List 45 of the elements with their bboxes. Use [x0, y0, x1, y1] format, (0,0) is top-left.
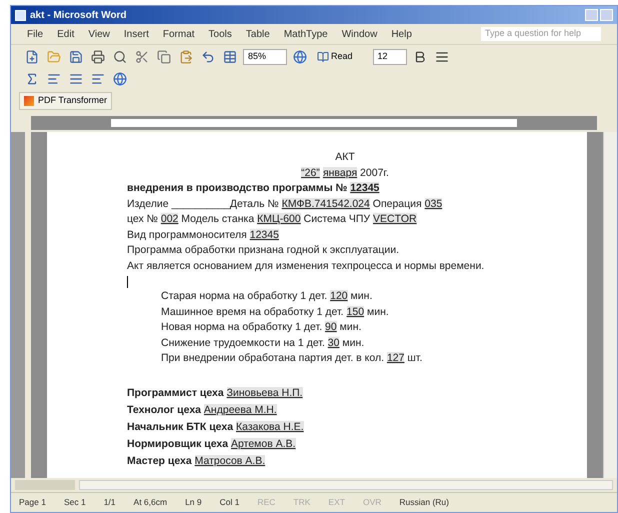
document-line: “26” января 2007г. — [300, 166, 390, 180]
pdf-transformer-button[interactable]: PDF Transformer — [19, 92, 112, 110]
menu-item[interactable]: MathType — [284, 26, 328, 42]
status-item: Russian (Ru) — [399, 496, 449, 509]
menu-item[interactable]: Insert — [124, 26, 149, 42]
document-line: Новая норма на обработку 1 дет. 90 мин. — [160, 320, 362, 335]
menu-item[interactable]: Edit — [57, 26, 74, 42]
font-size-field[interactable]: 12 — [372, 48, 407, 64]
document-line: цех № 002 Модель станка КМЦ-600 Система ЧПУ VECTOR — [127, 212, 418, 227]
menu-item[interactable]: Format — [162, 26, 195, 42]
document-line: АКТ — [334, 150, 356, 165]
status-item: TRK — [293, 496, 310, 509]
menu-item[interactable]: View — [88, 26, 110, 42]
status-item: 1/1 — [104, 496, 116, 509]
document-line: Программа обработки признана годной к эксплуатации. — [127, 243, 400, 258]
document-line: Снижение трудоемкости на 1 дет. 30 мин. — [160, 336, 366, 350]
status-item: At 6,6cm — [134, 496, 168, 509]
status-item: Sec 1 — [64, 496, 86, 509]
signature-line: Нормировщик цеха Артемов А.В. — [127, 436, 297, 452]
signature-line: Технолог цеха Андреева М.Н. — [127, 402, 278, 418]
status-item: Col 1 — [220, 496, 240, 509]
help-search-field[interactable]: Type a question for help — [481, 27, 601, 41]
document-line: При внедрении обработана партия дет. в кол. 127 шт. — [160, 351, 424, 366]
status-item: Ln 9 — [185, 496, 202, 509]
status-item: EXT — [328, 496, 345, 509]
window-title: akt - Microsoft Word — [30, 8, 126, 22]
status-item: REC — [257, 496, 276, 509]
menu-item[interactable]: Help — [391, 26, 412, 42]
menu-item[interactable]: Tools — [208, 26, 232, 42]
read-button[interactable]: Read — [313, 50, 357, 64]
document-line: Акт является основанием для изменения техпроцесса и нормы времени. — [127, 258, 486, 274]
document-line: внедрения в производство программы № 12345 — [127, 181, 380, 196]
menu-item[interactable]: Window — [342, 26, 378, 42]
document-line: Машинное время на обработку 1 дет. 150 мин. — [160, 304, 390, 320]
signature-line: Программист цеха Зиновьева Н.П. — [127, 386, 304, 400]
document-line: Вид программоносителя 12345 — [127, 228, 280, 242]
status-item: OVR — [362, 496, 382, 509]
zoom-field[interactable]: 85% — [243, 48, 287, 64]
menu-item[interactable]: Table — [246, 26, 270, 42]
signature-line: Начальник БТК цеха Казакова Н.Е. — [127, 420, 305, 434]
document-line: Старая норма на обработку 1 дет. 120 мин. — [160, 289, 374, 304]
status-item: Page 1 — [19, 496, 46, 509]
signature-line: Мастер цеха Матросов А.В. — [127, 454, 266, 468]
menu-item[interactable]: File — [27, 26, 44, 42]
document-line: Изделие __________Деталь № КМФВ.741542.024 Операция 035 — [127, 196, 444, 212]
